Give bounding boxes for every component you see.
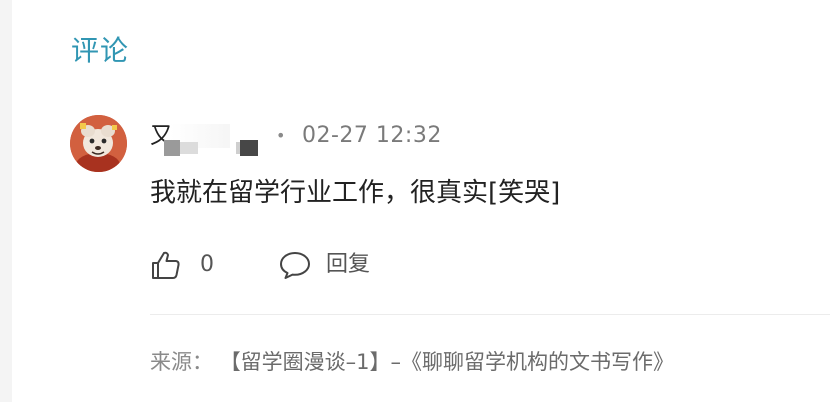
like-button[interactable]: 0 — [150, 248, 214, 282]
source-link[interactable]: 【留学圈漫谈–1】–《聊聊留学机构的文书写作》 — [220, 350, 674, 374]
divider — [150, 314, 830, 315]
reply-button[interactable]: 回复 — [278, 248, 370, 282]
left-rail — [0, 0, 12, 402]
username[interactable]: 又 — [150, 120, 270, 156]
comments-heading: 评论 — [71, 34, 130, 67]
username-redaction — [180, 142, 198, 154]
username-redaction — [164, 140, 180, 156]
avatar[interactable] — [70, 115, 127, 172]
speech-bubble-icon — [280, 252, 310, 279]
source-line: 来源： 【留学圈漫谈–1】–《聊聊留学机构的文书写作》 — [150, 344, 674, 380]
source-label: 来源： — [150, 350, 213, 374]
cartoon-avatar-icon — [70, 115, 127, 172]
comment-body: 我就在留学行业工作，很真实[笑哭] — [150, 178, 561, 208]
meta-separator: • — [276, 126, 286, 145]
comments-page: 评论 又 • 02-27 12:32 我就在留学行业工作，很真实[笑哭] 0 回… — [0, 0, 830, 402]
username-redaction — [240, 140, 258, 156]
thumbs-up-icon — [152, 251, 180, 279]
reply-label: 回复 — [326, 252, 371, 277]
comment-timestamp: 02-27 12:32 — [302, 123, 442, 148]
like-count: 0 — [200, 252, 214, 277]
